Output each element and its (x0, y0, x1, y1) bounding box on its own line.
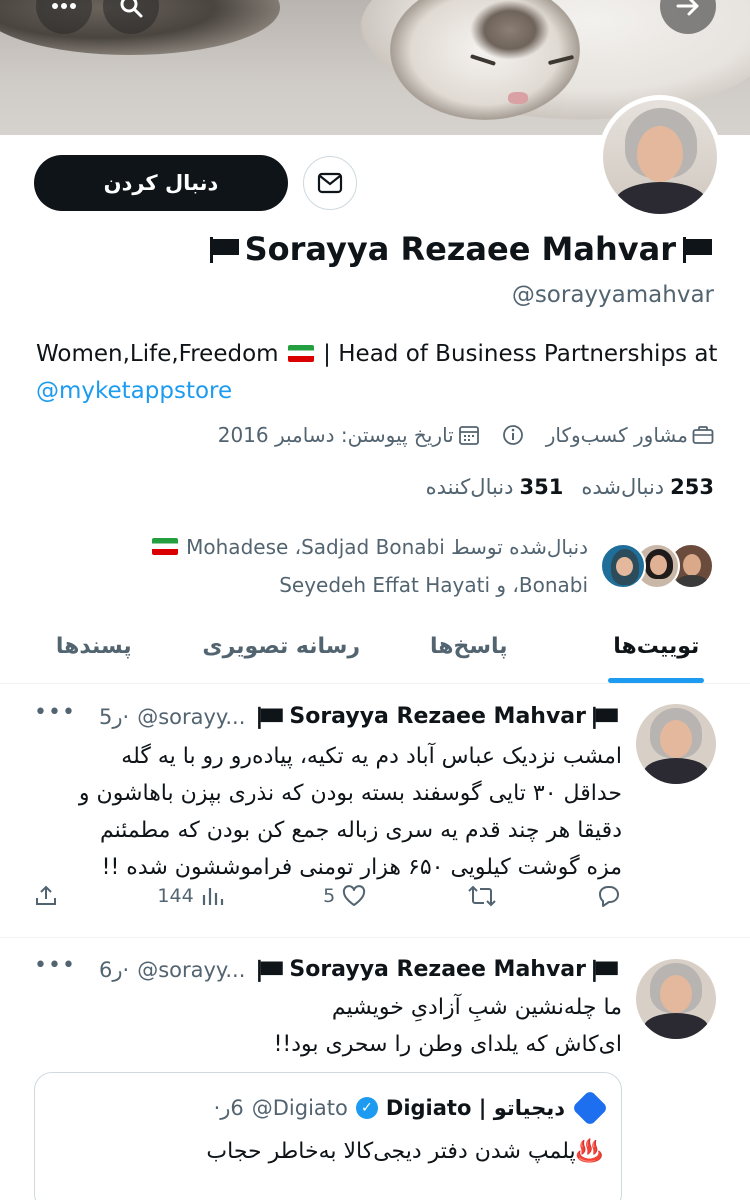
black-flag-icon (256, 959, 285, 982)
analytics-icon (202, 888, 223, 905)
profile-stats: 253 دنبال‌شده 351 دنبال‌کننده (426, 475, 714, 499)
like-count: 5 (323, 885, 336, 907)
black-flag-icon (591, 959, 620, 982)
quoted-tweet-header: Digiato | دیجیاتو ✓ @Digiato 6ر· (213, 1089, 609, 1127)
tweet-handle: @sorayy... (137, 957, 246, 982)
tweet-author[interactable]: Sorayya Rezaee Mahvar (253, 957, 622, 982)
tweet-actions: 5 144 (34, 884, 622, 908)
share-icon (36, 885, 57, 905)
tab-likes[interactable]: پسندها (0, 610, 188, 683)
tweet-more-icon[interactable]: ••• (34, 700, 76, 725)
reply-icon (599, 886, 619, 907)
tab-media[interactable]: رسانه تصویری (188, 610, 376, 683)
followed-by-line: Bonabi، و Seyedeh Effat Hayati (279, 573, 588, 597)
tweet-avatar[interactable] (636, 959, 716, 1039)
followers-stat[interactable]: 351 دنبال‌کننده (426, 475, 564, 499)
iran-flag-icon (287, 345, 314, 362)
tab-replies[interactable]: پاسخ‌ها (375, 610, 563, 683)
iran-flag-icon (151, 538, 178, 555)
tweet-time: 5ر· (98, 704, 130, 729)
heart-icon (343, 885, 366, 906)
tweet[interactable]: Sorayya Rezaee Mahvar @sorayy... 5ر· •••… (0, 684, 750, 938)
info-icon[interactable] (502, 424, 524, 446)
views-count: 144 (157, 885, 194, 907)
bio-mention-link[interactable]: @myketappstore (36, 378, 232, 404)
tweet-text-line: ما چله‌نشین شبِ آزادیِ خویشیم (331, 995, 622, 1020)
profile-meta: مشاور کسب‌وکار تاریخ پیوستن: دسامبر 2016 (218, 423, 714, 447)
quoted-time: 6ر· (213, 1096, 244, 1120)
bio-text-middle: | Head of Business Partnerships at (315, 341, 718, 367)
black-flag-icon (207, 237, 241, 263)
tweet-text-line: مزه گوشت کیلویی ۶۵۰ هزار تومنی فراموششون… (101, 855, 622, 880)
quoted-tweet[interactable]: Digiato | دیجیاتو ✓ @Digiato 6ر· ♨️پلمپ … (34, 1072, 622, 1200)
message-button[interactable] (303, 156, 357, 210)
tweet-header: Sorayya Rezaee Mahvar @sorayy... 6ر· (99, 957, 622, 982)
views-button[interactable]: 144 (157, 884, 223, 908)
bio-text-start: Women,Life,Freedom (36, 341, 279, 367)
tweet-text-line: امشب نزدیک عباس آباد دم یه تکیه، پیاده‌ر… (121, 744, 622, 769)
tweet-header: Sorayya Rezaee Mahvar @sorayy... 5ر· (99, 704, 622, 729)
quoted-author[interactable]: Digiato | دیجیاتو (386, 1096, 565, 1120)
share-button[interactable] (34, 884, 58, 908)
profile-tabs: توییت‌ها پاسخ‌ها رسانه تصویری پسندها (0, 610, 750, 684)
profile-name: Sorayya Rezaee Mahvar (207, 230, 714, 268)
retweet-icon (467, 885, 496, 907)
reply-button[interactable] (596, 884, 622, 908)
tweet-text-line: حداقل ۳۰ تایی گوسفند بسته بودن که نذری ب… (78, 781, 622, 806)
following-stat[interactable]: 253 دنبال‌شده (581, 475, 714, 499)
avatar (600, 543, 646, 589)
tweet-text-line: ای‌کاش که یلدای وطن را سحری بود!! (273, 1032, 622, 1057)
follower-avatars (600, 543, 714, 589)
black-flag-icon (680, 237, 714, 263)
tweet-author[interactable]: Sorayya Rezaee Mahvar (253, 704, 622, 729)
quoted-handle: @Digiato (251, 1096, 348, 1120)
tweet-text: امشب نزدیک عباس آباد دم یه تکیه، پیاده‌ر… (32, 738, 622, 886)
follow-button[interactable]: دنبال کردن (34, 155, 288, 211)
briefcase-icon (692, 426, 714, 444)
retweet-button[interactable] (467, 884, 497, 908)
followed-by-line: دنبال‌شده توسط Mohadese ،Sadjad Bonabi (118, 528, 588, 566)
followed-by[interactable]: دنبال‌شده توسط Mohadese ،Sadjad Bonabi B… (118, 528, 714, 604)
black-flag-icon (256, 706, 285, 729)
tweet-text-line: دقیقا هر چند قدم یه سری زباله جمع کن بود… (99, 818, 622, 843)
profile-name-text: Sorayya Rezaee Mahvar (244, 230, 676, 268)
verified-badge-icon: ✓ (355, 1097, 378, 1119)
tweet-text: ما چله‌نشین شبِ آزادیِ خویشیم ای‌کاش که … (32, 989, 622, 1063)
digiato-logo-icon (571, 1089, 609, 1127)
tweet-handle: @sorayy... (137, 704, 246, 729)
quoted-text: ♨️پلمپ شدن دفتر دیجی‌کالا به‌خاطر حجاب (206, 1139, 603, 1164)
profile-category: مشاور کسب‌وکار (546, 423, 714, 447)
banner-cat-stripe (470, 0, 550, 60)
envelope-icon (317, 172, 343, 194)
calendar-icon (458, 426, 479, 445)
profile-bio: Women,Life,Freedom | Head of Business Pa… (36, 336, 726, 410)
like-button[interactable]: 5 (323, 884, 367, 908)
black-flag-icon (591, 706, 620, 729)
tweet-time: 6ر· (98, 957, 130, 982)
profile-handle: @sorayyamahvar (511, 282, 714, 308)
tweet-more-icon[interactable]: ••• (34, 953, 76, 978)
banner-cat-nose (508, 92, 528, 104)
tweet-avatar[interactable] (636, 704, 716, 784)
tab-tweets[interactable]: توییت‌ها (563, 610, 750, 683)
profile-joined: تاریخ پیوستن: دسامبر 2016 (218, 423, 480, 447)
followed-by-text: دنبال‌شده توسط Mohadese ،Sadjad Bonabi B… (118, 528, 588, 604)
profile-avatar[interactable] (598, 95, 722, 219)
